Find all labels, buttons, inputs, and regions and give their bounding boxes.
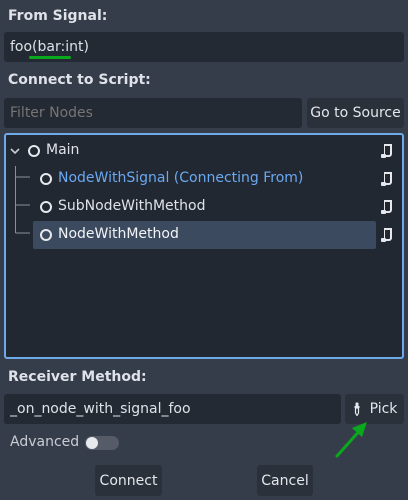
receiver-method-heading: Receiver Method: [8, 369, 147, 385]
tree-item-label: NodeWithMethod [58, 226, 179, 242]
node-icon [40, 201, 52, 213]
tree-item-label: SubNodeWithMethod [58, 198, 206, 214]
annotation-arrow [335, 422, 367, 458]
node-icon [40, 229, 52, 241]
chevron-down-icon[interactable] [10, 146, 20, 156]
go-to-source-button[interactable]: Go to Source [307, 98, 404, 128]
from-signal-heading: From Signal: [8, 8, 108, 24]
pick-label: Pick [369, 401, 398, 417]
tree-item-node-with-signal[interactable]: NodeWithSignal (Connecting From) [6, 165, 402, 193]
tree-item-main[interactable]: Main [6, 137, 402, 165]
advanced-label: Advanced [10, 434, 80, 450]
receiver-method-input[interactable] [4, 394, 341, 424]
node-tree[interactable]: Main NodeWithSignal (Connecting From) Su… [4, 133, 404, 359]
tree-item-node-with-method[interactable]: NodeWithMethod [33, 221, 376, 249]
connect-to-script-heading: Connect to Script: [8, 72, 151, 88]
connect-button[interactable]: Connect [95, 465, 162, 496]
node-icon [40, 173, 52, 185]
toggle-knob [86, 437, 98, 449]
script-icon[interactable] [380, 227, 394, 243]
signal-value: foo(bar:int) [10, 39, 89, 55]
filter-nodes-input[interactable] [4, 98, 302, 128]
signal-underline [29, 56, 71, 59]
tree-item-label: NodeWithSignal (Connecting From) [58, 170, 304, 186]
script-icon[interactable] [380, 171, 394, 187]
node-icon [28, 145, 40, 157]
tree-item-label: Main [46, 142, 80, 158]
cancel-button[interactable]: Cancel [257, 465, 313, 496]
pipette-icon [354, 402, 360, 416]
tree-item-sub-node-with-method[interactable]: SubNodeWithMethod [6, 193, 402, 221]
script-icon[interactable] [380, 199, 394, 215]
script-icon[interactable] [380, 143, 394, 159]
advanced-toggle[interactable] [85, 436, 119, 450]
